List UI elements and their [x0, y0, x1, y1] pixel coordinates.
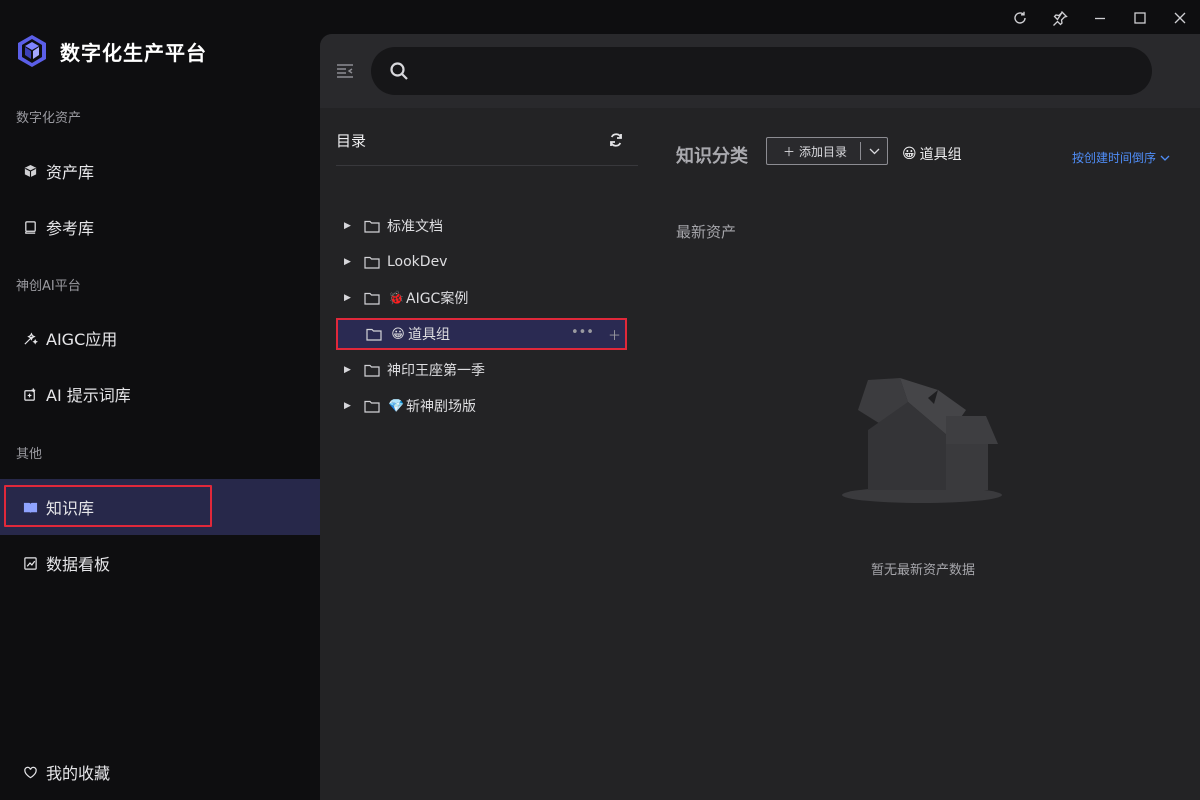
tree-item[interactable]: ▶ 神印王座第一季: [336, 354, 626, 386]
chevron-down-icon[interactable]: [861, 148, 887, 155]
sidebar-item-knowledge-base[interactable]: 知识库: [0, 479, 320, 535]
knowledge-category-title: 知识分类: [676, 146, 748, 167]
bug-emoji-icon: 🐞: [388, 290, 405, 306]
sort-label: 按创建时间倒序: [1071, 151, 1156, 165]
window-controls: [1000, 0, 1200, 36]
folder-icon: [364, 400, 380, 413]
sidebar-item-label: AIGC应用: [46, 330, 118, 349]
heart-icon: [22, 764, 38, 780]
content-panel: 知识分类 ＋ 添加目录 😀 道具组 按创建时间倒序 最新资产 暂无最新资产数据: [646, 108, 1200, 800]
brand-name: 数字化生产平台: [60, 40, 207, 65]
app-logo-icon: [18, 35, 46, 67]
close-icon: [1174, 12, 1186, 24]
folder-icon: [364, 364, 380, 377]
caret-right-icon[interactable]: ▶: [344, 221, 356, 231]
sidebar-item-dashboard[interactable]: 数据看板: [0, 535, 320, 591]
caret-right-icon[interactable]: ▶: [344, 257, 356, 267]
tree-item[interactable]: ▶ 💎 斩神剧场版: [336, 390, 626, 422]
tree-item-label: AIGC案例: [406, 291, 469, 307]
section-title-ai-platform: 神创AI平台: [16, 279, 81, 294]
empty-state-text: 暂无最新资产数据: [870, 563, 975, 578]
tree-item[interactable]: ▶ 标准文档: [336, 210, 626, 242]
sort-dropdown[interactable]: 按创建时间倒序: [1072, 149, 1170, 166]
add-directory-button[interactable]: ＋ 添加目录: [766, 137, 888, 165]
search-input[interactable]: [419, 63, 1119, 79]
tree-item[interactable]: ▶ 🐞 AIGC案例: [336, 282, 626, 314]
search-box[interactable]: [371, 47, 1152, 95]
more-icon[interactable]: •••: [571, 325, 594, 344]
section-title-other: 其他: [16, 447, 43, 462]
folder-icon: [364, 256, 380, 269]
book-stack-icon: [22, 219, 38, 235]
add-directory-label: 添加目录: [799, 144, 848, 159]
close-button[interactable]: [1160, 0, 1200, 36]
sidebar-item-aigc-apps[interactable]: AIGC应用: [0, 310, 320, 366]
main-panel: 目录 ▶ 标准文档 ▶ LookDev ▶ 🐞 AIGC案例 ▶ 😀 道具组 •…: [320, 34, 1200, 800]
folder-icon: [366, 328, 382, 341]
plus-icon[interactable]: ＋: [608, 325, 621, 344]
chart-icon: [22, 555, 38, 571]
maximize-icon: [1134, 12, 1146, 24]
refresh-icon[interactable]: [608, 132, 624, 148]
sidebar-item-label: 资产库: [46, 163, 95, 182]
sidebar-item-label: 我的收藏: [46, 764, 111, 783]
tree-item-label: 斩神剧场版: [406, 399, 476, 415]
catalog-header: 目录: [336, 130, 638, 166]
sidebar-item-label: 参考库: [46, 219, 95, 238]
smile-emoji-icon: 😀: [391, 326, 405, 342]
gem-emoji-icon: 💎: [388, 398, 405, 414]
caret-right-icon[interactable]: ▶: [344, 293, 356, 303]
caret-right-icon[interactable]: ▶: [344, 401, 356, 411]
cube-icon: [22, 163, 38, 179]
caret-right-icon[interactable]: ▶: [344, 365, 356, 375]
pin-button[interactable]: [1040, 0, 1080, 36]
minimize-button[interactable]: [1080, 0, 1120, 36]
minimize-icon: [1095, 17, 1105, 20]
folder-icon: [364, 220, 380, 233]
highlight-box: [4, 485, 212, 527]
reload-icon: [1014, 11, 1026, 24]
tree-item-label: 道具组: [408, 327, 450, 343]
magic-wand-icon: [22, 330, 38, 346]
tree-item-actions: ••• ＋: [571, 325, 621, 344]
refresh-window-button[interactable]: [1000, 0, 1040, 36]
current-category-label: 道具组: [919, 147, 962, 163]
top-bar: [320, 34, 1200, 108]
tree-item[interactable]: ▶ LookDev: [336, 246, 626, 278]
section-title-assets: 数字化资产: [16, 111, 82, 126]
folder-icon: [364, 292, 380, 305]
sidebar-item-reference-library[interactable]: 参考库: [0, 199, 320, 255]
plus-icon: ＋: [783, 144, 796, 159]
chevron-down-icon: [1160, 155, 1170, 161]
tree-item-selected[interactable]: ▶ 😀 道具组 ••• ＋: [336, 318, 627, 350]
sidebar-item-ai-prompts[interactable]: AI 提示词库: [0, 366, 320, 422]
newest-assets-title: 最新资产: [676, 223, 737, 241]
brand[interactable]: 数字化生产平台: [16, 34, 207, 68]
prompt-icon: [22, 386, 38, 402]
add-directory-main[interactable]: ＋ 添加目录: [767, 143, 860, 160]
sidebar-item-favorites[interactable]: 我的收藏: [0, 744, 320, 800]
maximize-button[interactable]: [1120, 0, 1160, 36]
tree-item-label: 标准文档: [387, 219, 443, 235]
collapse-sidebar-icon[interactable]: [336, 63, 354, 79]
search-icon: [390, 62, 408, 80]
tree-item-label: LookDev: [387, 254, 448, 270]
smile-emoji-icon: 😀: [902, 146, 917, 162]
catalog-panel: 目录 ▶ 标准文档 ▶ LookDev ▶ 🐞 AIGC案例 ▶ 😀 道具组 •…: [320, 108, 646, 800]
empty-box-illustration: [842, 378, 1002, 503]
tree-item-label: 神印王座第一季: [387, 363, 485, 379]
sidebar-item-asset-library[interactable]: 资产库: [0, 143, 320, 199]
pin-icon: [1053, 11, 1068, 26]
sidebar: 数字化生产平台 数字化资产 资产库 参考库 神创AI平台 AIGC应用 AI 提…: [0, 0, 320, 800]
current-category-tag: 😀 道具组: [902, 144, 962, 164]
sidebar-item-label: AI 提示词库: [46, 386, 131, 405]
catalog-title: 目录: [336, 132, 367, 150]
sidebar-item-label: 数据看板: [46, 555, 111, 574]
